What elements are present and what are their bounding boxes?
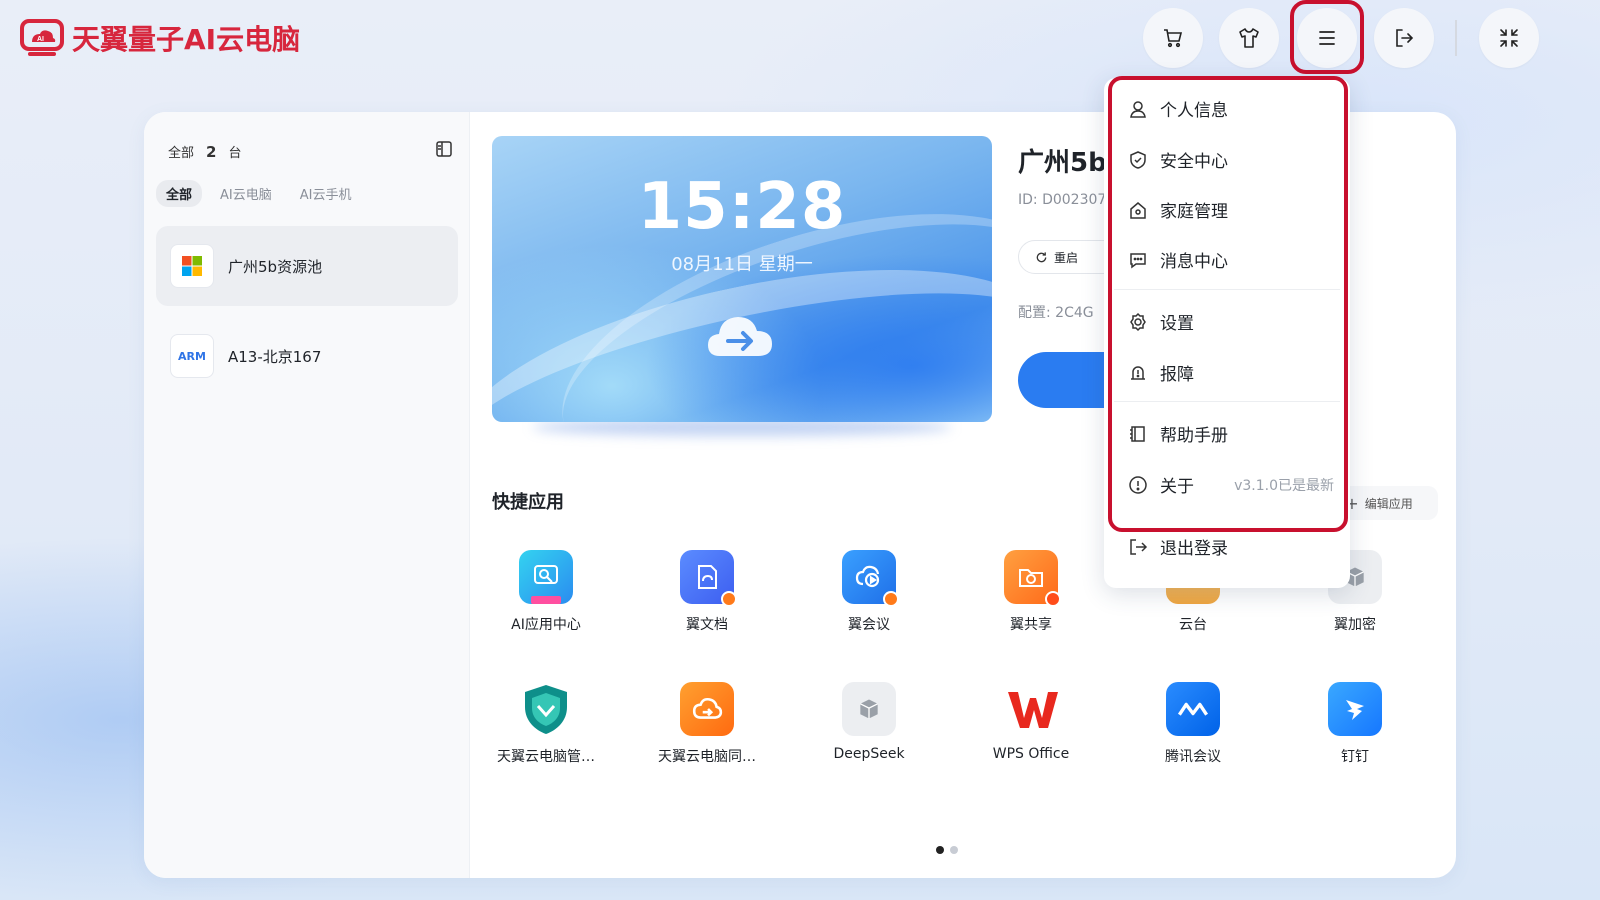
device-config: 配置: 2C4G <box>1018 305 1094 321</box>
app-badge <box>1045 591 1061 607</box>
device-name: 广州5b资源池 <box>228 257 323 276</box>
logout-icon <box>1130 538 1148 555</box>
cart-button[interactable] <box>1143 8 1203 68</box>
app-badge <box>721 591 737 607</box>
toolbar-divider <box>1455 20 1457 56</box>
device-title: 广州5b <box>1018 148 1107 178</box>
app-logo: AI 天翼量子AI云电脑 <box>20 18 300 58</box>
wps-icon <box>1004 682 1058 736</box>
menu-item-label: 退出登录 <box>1160 539 1228 559</box>
restart-label: 重启 <box>1054 250 1079 265</box>
app-label: 云台 <box>1179 617 1207 633</box>
app-sync[interactable]: 天翼云电脑同… <box>641 682 773 766</box>
tshirt-icon <box>1239 28 1259 48</box>
app-label: 天翼云电脑管… <box>497 749 595 765</box>
device-id: ID: D002307 <box>1018 192 1107 208</box>
arm-badge: ARM <box>178 349 206 363</box>
app-title: 天翼量子AI云电脑 <box>72 23 301 56</box>
app-label: 翼文档 <box>686 617 728 633</box>
device-name: A13-北京167 <box>228 347 322 366</box>
share-icon <box>1004 550 1061 607</box>
cloud-connect-icon[interactable] <box>706 312 776 362</box>
edit-apps-label: 编辑应用 <box>1364 496 1413 511</box>
app-label: 腾讯会议 <box>1165 749 1221 765</box>
tencent-meeting-icon <box>1166 682 1220 736</box>
svg-text:AI: AI <box>37 36 44 43</box>
menu-group-highlight <box>1108 76 1348 532</box>
pc-manager-shield-icon <box>519 682 573 736</box>
page-dot[interactable] <box>950 846 958 854</box>
app-label: 翼加密 <box>1334 617 1376 633</box>
filter-tab-all[interactable]: 全部 <box>156 180 203 207</box>
app-badge <box>883 591 899 607</box>
app-deepseek[interactable]: DeepSeek <box>803 682 935 762</box>
app-share[interactable]: 翼共享 <box>965 550 1097 634</box>
doc-icon <box>680 550 737 607</box>
app-tencent-meeting[interactable]: 腾讯会议 <box>1127 682 1259 766</box>
page-indicator[interactable] <box>936 846 958 854</box>
app-label: DeepSeek <box>833 746 905 762</box>
app-label: 钉钉 <box>1341 749 1369 765</box>
device-item-guangzhou[interactable]: 广州5b资源池 <box>156 226 458 306</box>
filter-tab-ai-pc[interactable]: AI云电脑 <box>210 180 282 207</box>
app-dingtalk[interactable]: 钉钉 <box>1289 682 1421 766</box>
ai-app-center-icon <box>519 550 573 604</box>
app-pc-manager[interactable]: 天翼云电脑管… <box>480 682 612 766</box>
preview-date: 08月11日 星期一 <box>671 254 813 275</box>
menu-item-logout[interactable]: 退出登录 <box>1128 534 1334 559</box>
sync-cloud-icon <box>680 682 734 736</box>
all-label: 全部 <box>168 146 195 161</box>
app-label: WPS Office <box>992 746 1070 762</box>
device-item-beijing[interactable]: ARM A13-北京167 <box>156 316 458 396</box>
skin-button[interactable] <box>1219 8 1279 68</box>
windows-icon <box>170 244 214 288</box>
app-meeting[interactable]: 翼会议 <box>803 550 935 634</box>
cloud-pc-logo-icon: AI <box>20 18 64 58</box>
logout-icon <box>1396 29 1414 47</box>
collapse-button[interactable] <box>1479 8 1539 68</box>
app-label: 天翼云电脑同… <box>658 749 756 765</box>
device-filter-tabs: 全部 AI云电脑 AI云手机 <box>156 180 361 207</box>
app-label: 翼共享 <box>1010 617 1052 633</box>
logout-button[interactable] <box>1374 8 1434 68</box>
desktop-preview[interactable]: 15:28 08月11日 星期一 <box>492 136 992 422</box>
dingtalk-icon <box>1328 682 1382 736</box>
arm-icon: ARM <box>170 334 214 378</box>
collapse-icon <box>1500 29 1518 47</box>
deepseek-icon <box>842 682 896 736</box>
app-label: 翼会议 <box>848 617 890 633</box>
meeting-icon <box>842 550 899 607</box>
device-count-number: 2 <box>206 143 217 161</box>
filter-tab-ai-phone[interactable]: AI云手机 <box>290 180 362 207</box>
layout-toggle-icon[interactable] <box>435 140 453 158</box>
app-docs[interactable]: 翼文档 <box>641 550 773 634</box>
menu-button-highlight <box>1290 0 1364 74</box>
quick-apps-title: 快捷应用 <box>492 492 564 513</box>
device-count-unit: 台 <box>228 146 242 161</box>
app-label: AI应用中心 <box>511 617 581 633</box>
cart-icon <box>1164 29 1183 48</box>
preview-time: 15:28 <box>637 170 847 244</box>
app-wps[interactable]: WPS Office <box>965 682 1097 762</box>
device-count: 全部 2 台 <box>168 142 241 161</box>
device-sidebar: 全部 2 台 全部 AI云电脑 AI云手机 广州5b资源池 ARM A13-北京… <box>144 112 470 878</box>
page-dot-active[interactable] <box>936 846 944 854</box>
app-ai-center[interactable]: AI应用中心 <box>480 550 612 634</box>
refresh-icon <box>1036 251 1047 262</box>
